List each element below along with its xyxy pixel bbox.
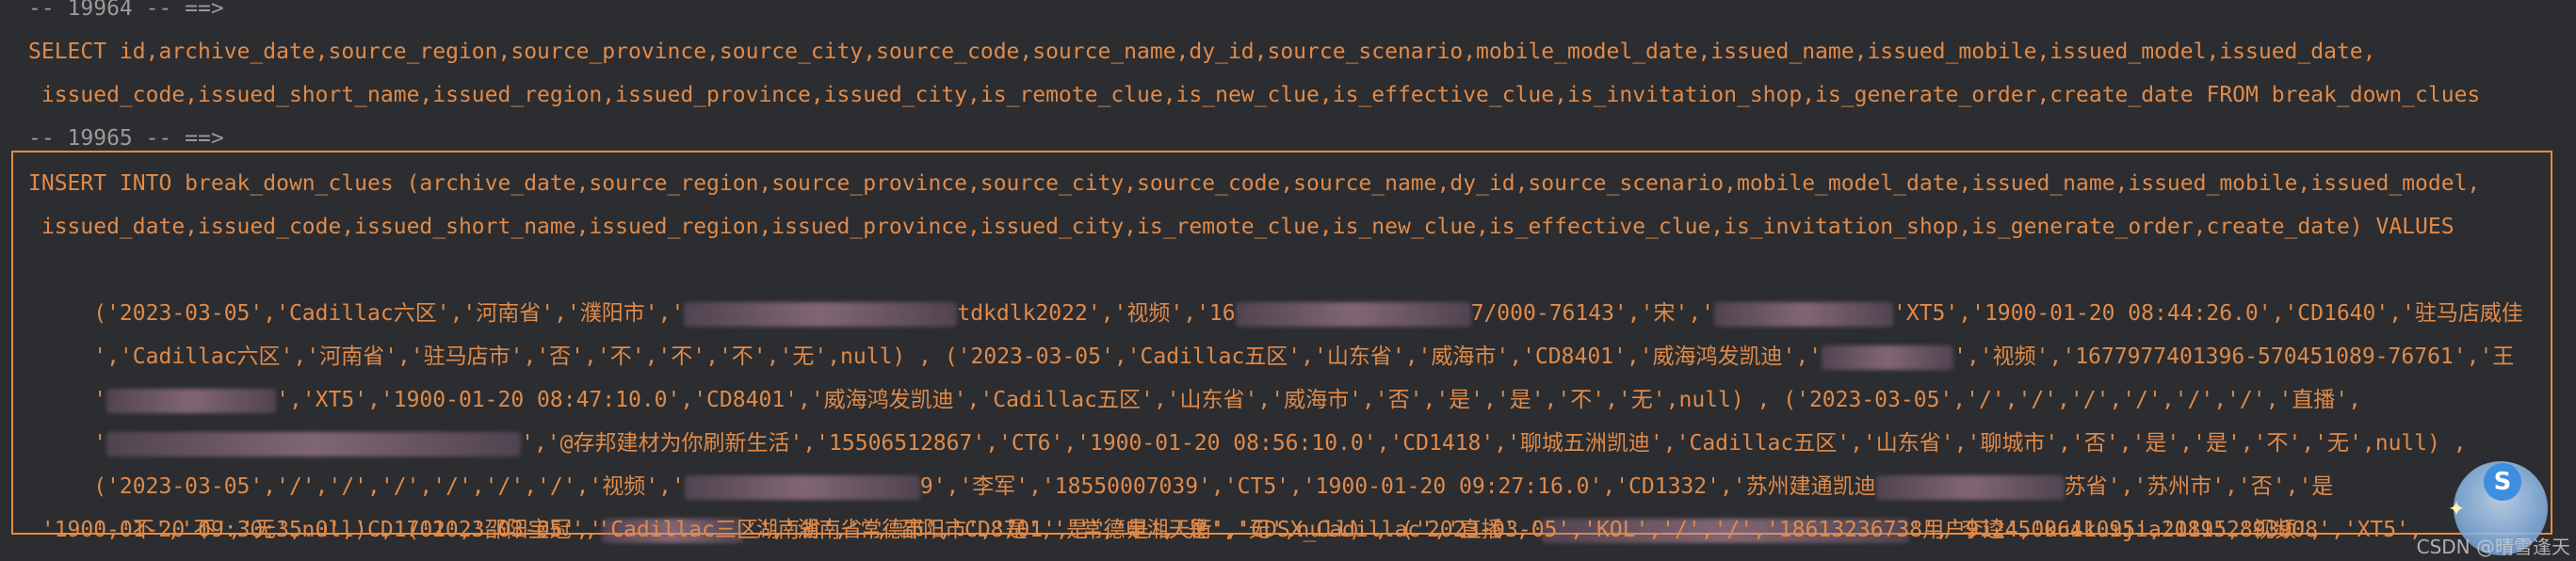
log-comment-19964: -- 19964 -- ==> [28,0,224,21]
values-line-5: ('2023-03-05','/','/','/','/','/','/','视… [28,422,2333,500]
sparkle-icon: ✦ [2447,490,2465,523]
values-line-1: ('2023-03-05','Cadillac六区','河南省','濮阳市','… [28,248,2523,327]
insert-statement-line-1: INSERT INTO break_down_clues (archive_da… [28,171,2481,196]
console-output[interactable]: -- 19964 -- ==> SELECT id,archive_date,s… [0,0,2576,561]
csdn-watermark: CSDN @晴雪逢天 [2416,536,2570,558]
select-statement-line-2: issued_code,issued_short_name,issued_reg… [28,83,2481,107]
values-line-6: ','不','不','无',null) , ('2023-03-05',' '湖南… [28,465,2422,543]
values-line-2: ','Cadillac六区','河南省','驻马店市','否','不','不',… [28,292,2514,370]
values-line-7: '1900-01-20 09:30:35.0','CD1701','邵阳宝冠',… [28,518,2323,542]
insert-statement-line-2: issued_date,issued_code,issued_short_nam… [28,215,2454,239]
values-line-4: ' ','@存邦建材为你刷新生活','15506512867','CT6','19… [28,378,2467,457]
avatar-badge-icon: S [2484,463,2521,501]
values-line-3: ' ','XT5','1900-01-20 08:47:10.0','CD8401… [28,335,2361,413]
select-statement-line-1: SELECT id,archive_date,source_region,sou… [28,40,2376,64]
